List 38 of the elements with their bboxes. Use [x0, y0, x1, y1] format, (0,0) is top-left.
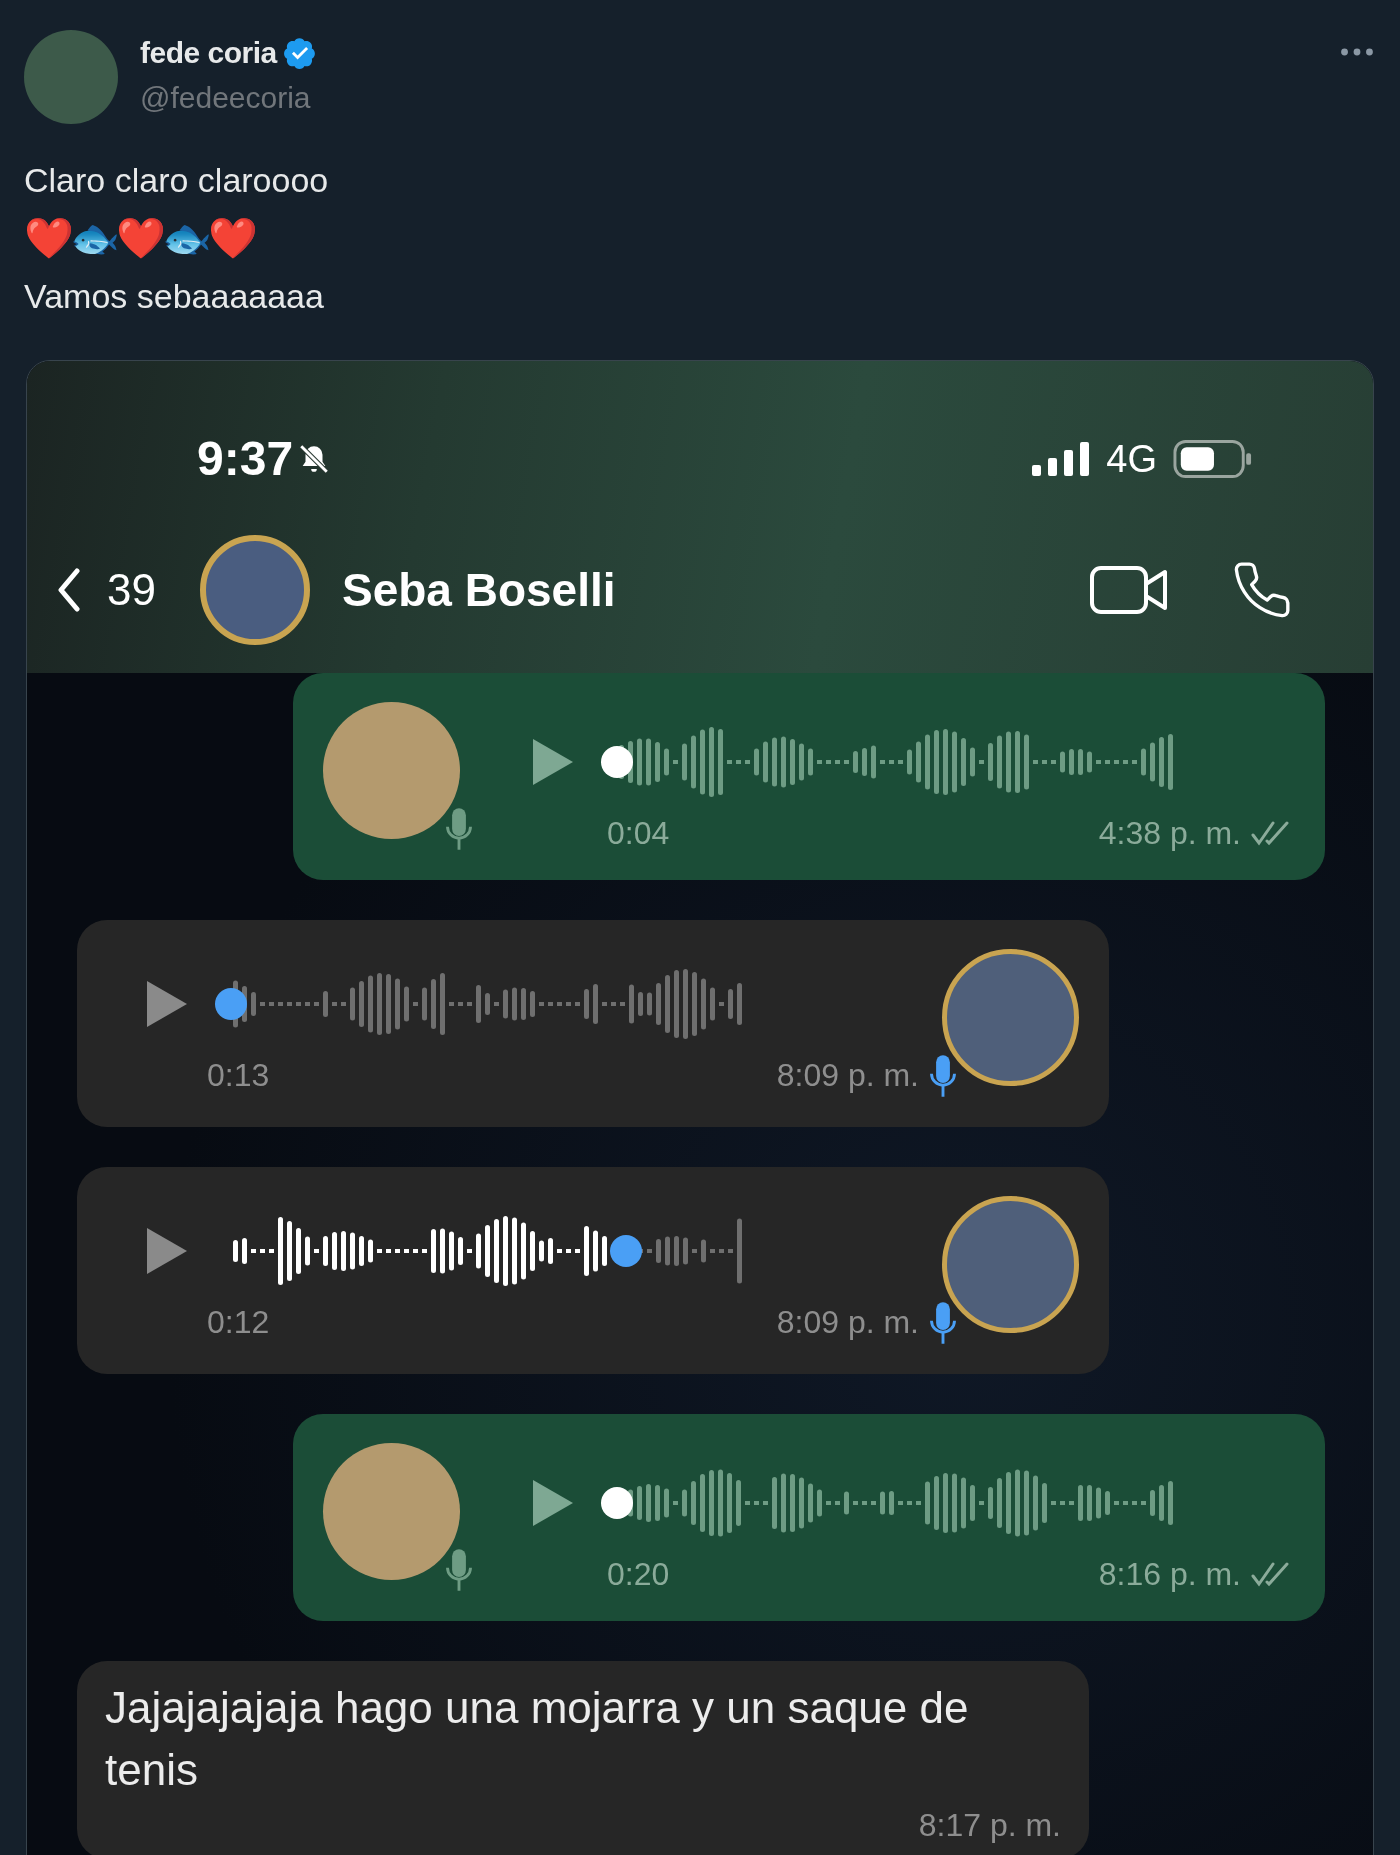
voice-duration: 0:04 — [607, 813, 670, 853]
microphone-icon — [445, 805, 473, 852]
tweet-text: Claro claro claroooo — [24, 160, 329, 201]
message-time: 8:17 p. m. — [918, 1806, 1061, 1845]
microphone-icon — [445, 1546, 473, 1593]
more-icon[interactable] — [1340, 46, 1374, 58]
voice-duration: 0:20 — [607, 1554, 670, 1594]
playback-thumb[interactable] — [215, 987, 247, 1020]
contact-name[interactable]: Seba Boselli — [341, 555, 616, 625]
voice-duration: 0:13 — [207, 1055, 270, 1095]
message-time: 8:09 p. m. — [776, 1302, 919, 1342]
play-icon[interactable] — [533, 738, 573, 785]
signal-icon — [1032, 441, 1091, 477]
voice-duration: 0:12 — [207, 1302, 270, 1342]
double-check-icon — [1251, 819, 1291, 846]
microphone-icon — [929, 1052, 957, 1099]
microphone-icon — [929, 1299, 957, 1346]
author-name[interactable]: fede coria — [140, 34, 277, 72]
message-time: 4:38 p. m. — [1098, 813, 1241, 853]
message-time: 8:09 p. m. — [776, 1055, 919, 1095]
unread-count[interactable]: 39 — [107, 557, 156, 623]
video-call-icon[interactable] — [1089, 565, 1169, 615]
play-icon[interactable] — [147, 980, 187, 1027]
emoji-line: ❤🐟❤🐟❤ — [24, 215, 254, 262]
message-text: Jajajajajaja hago una mojarra y un saque de tenis — [105, 1682, 970, 1796]
playback-thumb[interactable] — [601, 1486, 633, 1519]
back-icon[interactable] — [57, 568, 81, 612]
tweet-text: Vamos sebaaaaaaa — [24, 276, 324, 317]
author-handle[interactable]: @fedeecoria — [140, 78, 317, 118]
play-icon[interactable] — [147, 1227, 187, 1274]
playback-thumb[interactable] — [601, 745, 633, 778]
network-label: 4G — [1106, 437, 1157, 481]
play-icon[interactable] — [533, 1479, 573, 1526]
playback-thumb[interactable] — [610, 1234, 643, 1267]
battery-icon — [1173, 439, 1253, 479]
status-time: 9:37 — [197, 431, 294, 487]
message-time: 8:16 p. m. — [1098, 1554, 1241, 1594]
double-check-icon — [1251, 1560, 1291, 1587]
